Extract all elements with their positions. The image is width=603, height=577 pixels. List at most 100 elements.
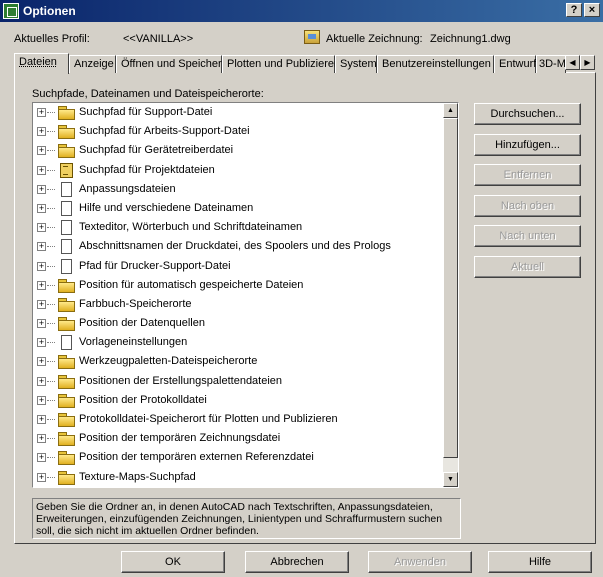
help-button[interactable]: Hilfe	[488, 551, 592, 573]
tree-item-label: Position der temporären externen Referen…	[79, 451, 314, 464]
apply-button[interactable]: Anwenden	[368, 551, 472, 573]
folder-icon	[58, 143, 75, 159]
tree-scrollbar[interactable]: ▲ ▼	[443, 103, 458, 487]
options-dialog: Optionen ? × Aktuelles Profil: <<VANILLA…	[0, 0, 603, 577]
expand-icon[interactable]: +	[37, 280, 46, 290]
expand-icon[interactable]: +	[37, 415, 46, 424]
tree-item-label: Suchpfad für Gerätetreiberdatei	[79, 144, 234, 157]
tree-item[interactable]: + Suchpfad für Projektdateien	[33, 161, 443, 180]
close-button[interactable]: ×	[584, 3, 600, 17]
folder-icon	[58, 374, 75, 389]
tree-item[interactable]: + Texture-Maps-Suchpfad	[33, 468, 443, 487]
tab-system[interactable]: System	[335, 55, 377, 73]
tree-connector	[47, 207, 55, 209]
ok-button[interactable]: OK	[121, 551, 225, 573]
folder-icon	[58, 470, 75, 485]
expand-icon[interactable]: +	[37, 223, 46, 233]
tab-dateien[interactable]: Dateien	[14, 53, 69, 74]
tree-item-label: Protokolldatei-Speicherort für Plotten u…	[79, 413, 338, 425]
tree-item[interactable]: + Farbbuch-Speicherorte	[33, 295, 443, 314]
tree-connector	[47, 246, 55, 248]
tree-connector	[47, 284, 55, 286]
expand-icon[interactable]: +	[37, 299, 46, 309]
tree-item[interactable]: + Position der temporären Zeichnungsdatei	[33, 429, 443, 448]
tree-item[interactable]: + Hilfe und verschiedene Dateinamen	[33, 199, 443, 218]
tree-connector	[47, 457, 55, 459]
help-title-button[interactable]: ?	[566, 3, 582, 17]
add-button[interactable]: Hinzufügen...	[474, 134, 581, 156]
move-down-button[interactable]: Nach unten	[474, 225, 581, 247]
tree-item-label: Suchpfad für Projektdateien	[79, 163, 215, 176]
tree-item-label: Vorlageneinstellungen	[79, 336, 188, 349]
tree-item[interactable]: + Position der temporären externen Refere…	[33, 448, 443, 467]
expand-icon[interactable]: +	[37, 165, 46, 175]
tree-item-label: Position der Protokolldatei	[79, 393, 207, 406]
tree-item[interactable]: + Position der Datenquellen	[33, 314, 443, 333]
move-up-button[interactable]: Nach oben	[474, 195, 581, 217]
window-title: Optionen	[23, 4, 76, 18]
document-icon	[58, 220, 74, 236]
tree-item[interactable]: + Position für automatisch gespeicherte D…	[33, 276, 443, 295]
tree-item[interactable]: + Texteditor, Wörterbuch und Schriftdatei…	[33, 218, 443, 237]
tree-connector	[47, 419, 55, 420]
tree-connector	[47, 188, 55, 190]
browse-button[interactable]: Durchsuchen...	[474, 103, 581, 125]
tree-item[interactable]: + Protokolldatei-Speicherort für Plotten …	[33, 410, 443, 429]
expand-icon[interactable]: +	[37, 434, 46, 444]
scroll-thumb[interactable]	[443, 118, 458, 458]
tree-item-label: Anpassungsdateien	[79, 182, 176, 195]
folder-icon	[58, 412, 75, 427]
expand-icon[interactable]: +	[37, 472, 46, 482]
expand-icon[interactable]: +	[37, 203, 46, 213]
expand-icon[interactable]: +	[37, 453, 46, 463]
remove-button[interactable]: Entfernen	[474, 164, 581, 186]
tab-oeffnen-und-speichern[interactable]: Öffnen und Speichern	[116, 55, 228, 73]
tree-item-label: Texteditor, Wörterbuch und Schriftdatein…	[79, 221, 303, 234]
document-icon	[58, 258, 74, 274]
expand-icon[interactable]: +	[37, 376, 46, 386]
folder-icon	[58, 450, 75, 466]
tree-item[interactable]: + Abschnittsnamen der Druckdatei, des Spo…	[33, 237, 443, 256]
tree-item[interactable]: + Werkzeugpaletten-Dateispeicherorte	[33, 352, 443, 371]
expand-icon[interactable]: +	[37, 261, 46, 271]
document-icon	[58, 200, 74, 216]
expand-icon[interactable]: +	[37, 338, 46, 348]
scroll-down-icon[interactable]: ▼	[443, 472, 458, 487]
tree-item[interactable]: + Anpassungsdateien	[33, 180, 443, 199]
tab-scroll-left-icon[interactable]: ◀	[565, 55, 580, 70]
search-path-tree[interactable]: + Suchpfad für Support-Datei + Suchpfad für…	[32, 102, 459, 488]
tree-item-label: Position für automatisch gespeicherte Da…	[79, 278, 304, 291]
tree-item[interactable]: + Position der Protokolldatei	[33, 391, 443, 410]
document-icon	[58, 181, 74, 197]
folder-icon	[58, 354, 75, 370]
expand-icon[interactable]: +	[37, 319, 46, 329]
folder-icon	[58, 393, 75, 408]
expand-icon[interactable]: +	[37, 127, 46, 137]
description-text: Geben Sie die Ordner an, in denen AutoCA…	[32, 498, 461, 539]
tab-scroll-right-icon[interactable]: ▶	[580, 55, 595, 70]
expand-icon[interactable]: +	[37, 395, 46, 405]
tab-plotten-und-publizieren[interactable]: Plotten und Publizieren	[222, 55, 340, 73]
set-current-button[interactable]: Aktuell	[474, 256, 581, 278]
tree-item[interactable]: + Vorlageneinstellungen	[33, 333, 443, 352]
tree-item[interactable]: + Pfad für Drucker-Support-Datei	[33, 257, 443, 276]
scroll-up-icon[interactable]: ▲	[443, 103, 458, 118]
expand-icon[interactable]: +	[37, 242, 46, 252]
tab-3d-modellierung[interactable]: 3D-Mod	[536, 55, 566, 73]
tree-item[interactable]: + Positionen der Erstellungspalettendatei…	[33, 372, 443, 391]
tab-anzeige[interactable]: Anzeige	[69, 55, 116, 73]
profile-value: <<VANILLA>>	[123, 33, 194, 45]
expand-icon[interactable]: +	[37, 146, 46, 156]
tree-item[interactable]: + Suchpfad für Support-Datei	[33, 103, 443, 122]
cancel-button[interactable]: Abbrechen	[245, 551, 349, 573]
section-label: Suchpfade, Dateinamen und Dateispeichero…	[32, 88, 264, 100]
tree-item[interactable]: + Suchpfad für Gerätetreiberdatei	[33, 141, 443, 160]
tree-item[interactable]: + Suchpfad für Arbeits-Support-Datei	[33, 122, 443, 141]
tab-benutzereinstellungen[interactable]: Benutzereinstellungen	[377, 55, 494, 73]
expand-icon[interactable]: +	[37, 357, 46, 367]
expand-icon[interactable]: +	[37, 184, 46, 194]
profile-label: Aktuelles Profil:	[14, 33, 90, 45]
tab-entwurf[interactable]: Entwurf	[494, 55, 536, 73]
tree-connector	[47, 380, 55, 382]
expand-icon[interactable]: +	[37, 108, 46, 117]
